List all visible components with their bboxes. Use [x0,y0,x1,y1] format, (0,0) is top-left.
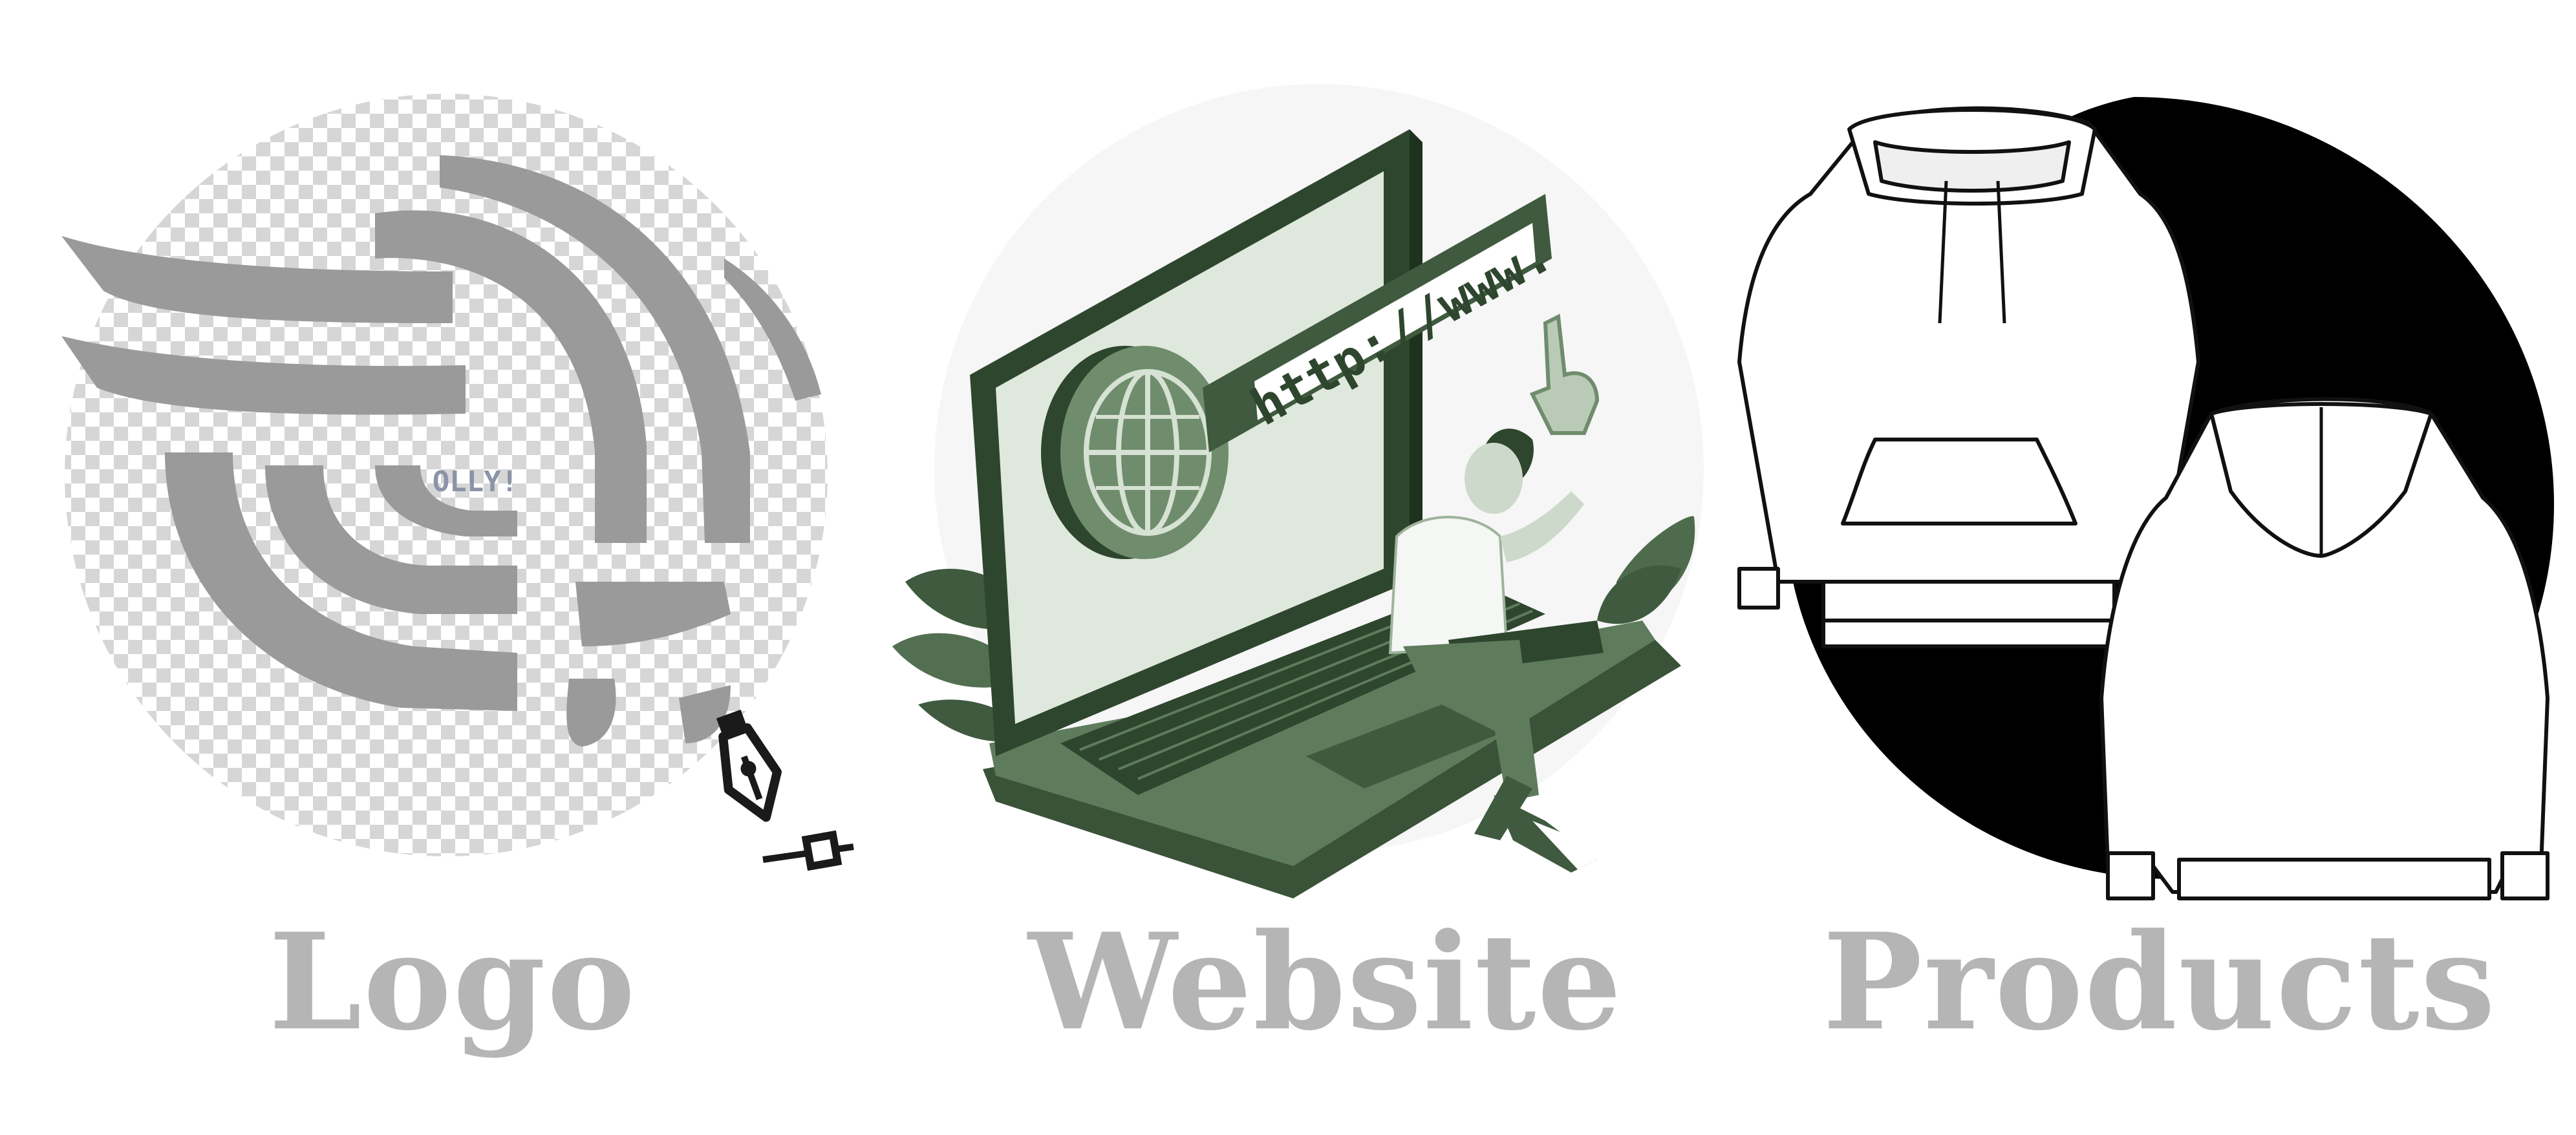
globe-icon [1041,346,1229,559]
logo-illustration: OLLY! [61,94,854,871]
logo-caption: Logo [268,905,637,1060]
website-illustration: http://www. [892,84,1704,898]
products-illustration [1733,97,2554,900]
logo-mark-text: OLLY! [433,465,518,498]
canvas: OLLY! http://www. Logo Website Products [0,0,2576,1135]
website-caption: Website [1028,905,1623,1060]
products-caption: Products [1822,905,2497,1060]
anchor-handle-icon [762,830,854,871]
